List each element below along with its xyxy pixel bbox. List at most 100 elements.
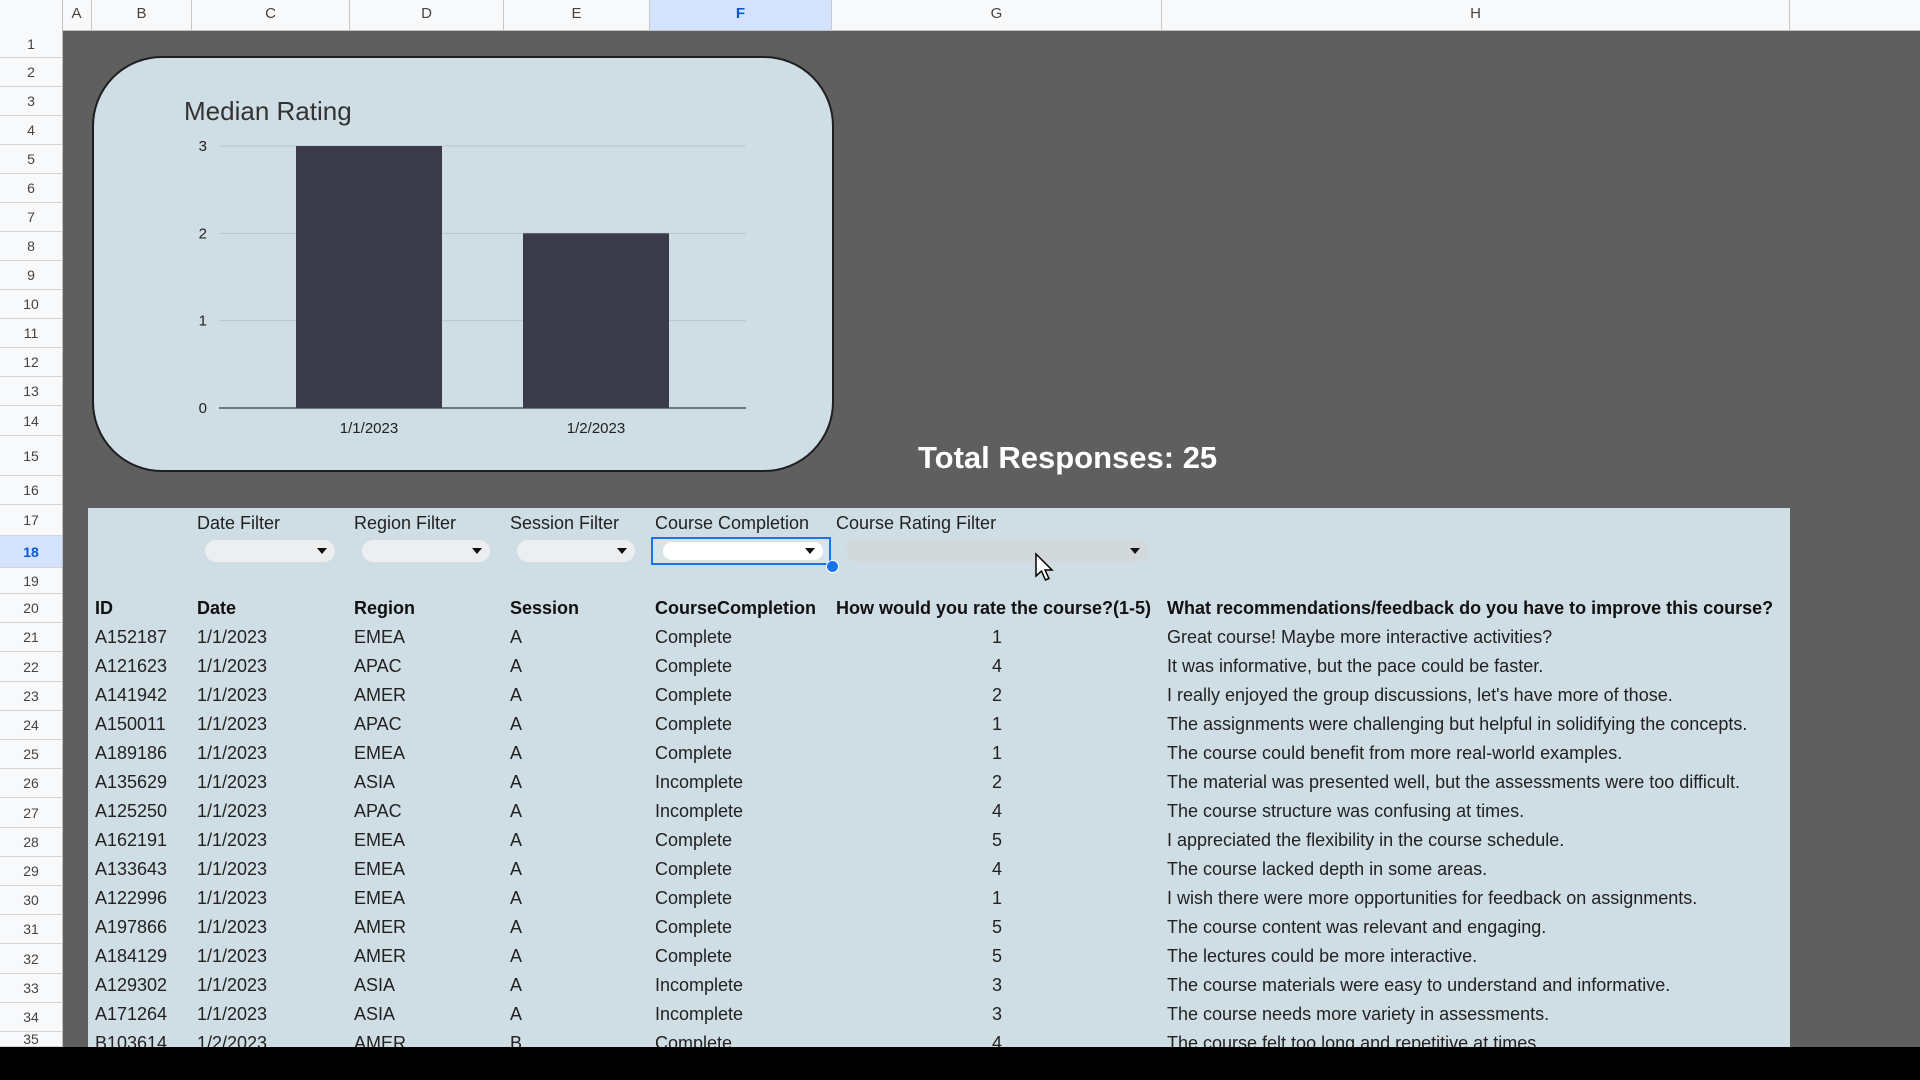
- row-header-19[interactable]: 19: [0, 568, 62, 594]
- cell-session[interactable]: B: [510, 1033, 522, 1047]
- cell-date[interactable]: 1/1/2023: [197, 975, 267, 996]
- cell-region[interactable]: APAC: [354, 801, 402, 822]
- row-header-11[interactable]: 11: [0, 319, 62, 348]
- cell-id[interactable]: A133643: [95, 859, 167, 880]
- row-header-10[interactable]: 10: [0, 290, 62, 319]
- cell-completion[interactable]: Incomplete: [655, 975, 743, 996]
- row-header-21[interactable]: 21: [0, 623, 62, 652]
- cell-completion[interactable]: Complete: [655, 946, 732, 967]
- cell-completion[interactable]: Complete: [655, 917, 732, 938]
- row-header-14[interactable]: 14: [0, 406, 62, 436]
- row-header-30[interactable]: 30: [0, 886, 62, 915]
- cell-feedback[interactable]: The assignments were challenging but hel…: [1167, 714, 1747, 735]
- cell-session[interactable]: A: [510, 627, 522, 648]
- cell-date[interactable]: 1/1/2023: [197, 685, 267, 706]
- row-header-33[interactable]: 33: [0, 974, 62, 1003]
- cell-date[interactable]: 1/1/2023: [197, 656, 267, 677]
- row-header-28[interactable]: 28: [0, 828, 62, 857]
- cell-region[interactable]: AMER: [354, 1033, 406, 1047]
- header-region[interactable]: Region: [354, 598, 415, 619]
- cell-id[interactable]: A162191: [95, 830, 167, 851]
- fill-handle[interactable]: [826, 560, 839, 573]
- cell-region[interactable]: AMER: [354, 946, 406, 967]
- cell-session[interactable]: A: [510, 917, 522, 938]
- cell-feedback[interactable]: The course needs more variety in assessm…: [1167, 1004, 1549, 1025]
- cell-feedback[interactable]: The course content was relevant and enga…: [1167, 917, 1546, 938]
- row-header-2[interactable]: 2: [0, 58, 62, 87]
- column-header-a[interactable]: A: [62, 0, 92, 30]
- cell-region[interactable]: ASIA: [354, 772, 395, 793]
- cell-region[interactable]: EMEA: [354, 743, 405, 764]
- row-header-29[interactable]: 29: [0, 857, 62, 886]
- cell-session[interactable]: A: [510, 888, 522, 909]
- cell-rating[interactable]: 4: [977, 656, 1017, 677]
- cell-completion[interactable]: Complete: [655, 888, 732, 909]
- cell-date[interactable]: 1/1/2023: [197, 627, 267, 648]
- cell-rating[interactable]: 4: [977, 801, 1017, 822]
- cell-completion[interactable]: Complete: [655, 743, 732, 764]
- cell-date[interactable]: 1/1/2023: [197, 801, 267, 822]
- cell-feedback[interactable]: The course materials were easy to unders…: [1167, 975, 1670, 996]
- header-rating[interactable]: How would you rate the course?(1-5): [836, 598, 1151, 619]
- cell-id[interactable]: A129302: [95, 975, 167, 996]
- cell-feedback[interactable]: I appreciated the flexibility in the cou…: [1167, 830, 1564, 851]
- cell-date[interactable]: 1/1/2023: [197, 859, 267, 880]
- cell-feedback[interactable]: I really enjoyed the group discussions, …: [1167, 685, 1673, 706]
- cell-rating[interactable]: 5: [977, 830, 1017, 851]
- cell-id[interactable]: A121623: [95, 656, 167, 677]
- cell-rating[interactable]: 3: [977, 975, 1017, 996]
- cell-region[interactable]: AMER: [354, 917, 406, 938]
- cell-completion[interactable]: Complete: [655, 859, 732, 880]
- cell-id[interactable]: A135629: [95, 772, 167, 793]
- region-filter-dropdown[interactable]: [362, 540, 490, 562]
- row-header-9[interactable]: 9: [0, 261, 62, 290]
- cell-session[interactable]: A: [510, 859, 522, 880]
- cell-date[interactable]: 1/1/2023: [197, 1004, 267, 1025]
- cell-session[interactable]: A: [510, 946, 522, 967]
- date-filter-dropdown[interactable]: [205, 540, 335, 562]
- session-filter-dropdown[interactable]: [517, 540, 635, 562]
- cell-session[interactable]: A: [510, 772, 522, 793]
- cell-id[interactable]: B103614: [95, 1033, 167, 1047]
- header-date[interactable]: Date: [197, 598, 236, 619]
- row-header-8[interactable]: 8: [0, 232, 62, 261]
- cell-id[interactable]: A125250: [95, 801, 167, 822]
- cell-id[interactable]: A152187: [95, 627, 167, 648]
- column-header-g[interactable]: G: [832, 0, 1162, 30]
- cell-rating[interactable]: 5: [977, 917, 1017, 938]
- cell-completion[interactable]: Incomplete: [655, 801, 743, 822]
- cell-rating[interactable]: 1: [977, 888, 1017, 909]
- cell-region[interactable]: EMEA: [354, 830, 405, 851]
- column-header-f[interactable]: F: [650, 0, 832, 30]
- cell-completion[interactable]: Complete: [655, 685, 732, 706]
- cell-date[interactable]: 1/1/2023: [197, 772, 267, 793]
- row-header-34[interactable]: 34: [0, 1003, 62, 1032]
- cell-date[interactable]: 1/2/2023: [197, 1033, 267, 1047]
- row-header-22[interactable]: 22: [0, 652, 62, 682]
- row-header-15[interactable]: 15: [0, 436, 62, 476]
- row-header-26[interactable]: 26: [0, 769, 62, 798]
- cell-region[interactable]: EMEA: [354, 859, 405, 880]
- header-id[interactable]: ID: [95, 598, 113, 619]
- cell-date[interactable]: 1/1/2023: [197, 743, 267, 764]
- cell-feedback[interactable]: Great course! Maybe more interactive act…: [1167, 627, 1552, 648]
- rating-filter-dropdown[interactable]: [846, 540, 1148, 562]
- cell-rating[interactable]: 1: [977, 743, 1017, 764]
- cell-region[interactable]: ASIA: [354, 1004, 395, 1025]
- cell-completion[interactable]: Incomplete: [655, 1004, 743, 1025]
- select-all-corner[interactable]: [0, 0, 63, 30]
- cell-id[interactable]: A171264: [95, 1004, 167, 1025]
- cell-completion[interactable]: Complete: [655, 627, 732, 648]
- cell-rating[interactable]: 2: [977, 772, 1017, 793]
- cell-feedback[interactable]: The lectures could be more interactive.: [1167, 946, 1477, 967]
- cell-date[interactable]: 1/1/2023: [197, 917, 267, 938]
- cell-feedback[interactable]: It was informative, but the pace could b…: [1167, 656, 1543, 677]
- cell-completion[interactable]: Complete: [655, 1033, 732, 1047]
- cell-date[interactable]: 1/1/2023: [197, 888, 267, 909]
- cell-session[interactable]: A: [510, 975, 522, 996]
- cell-date[interactable]: 1/1/2023: [197, 714, 267, 735]
- cell-id[interactable]: A197866: [95, 917, 167, 938]
- row-header-27[interactable]: 27: [0, 798, 62, 828]
- cell-session[interactable]: A: [510, 830, 522, 851]
- cell-region[interactable]: APAC: [354, 714, 402, 735]
